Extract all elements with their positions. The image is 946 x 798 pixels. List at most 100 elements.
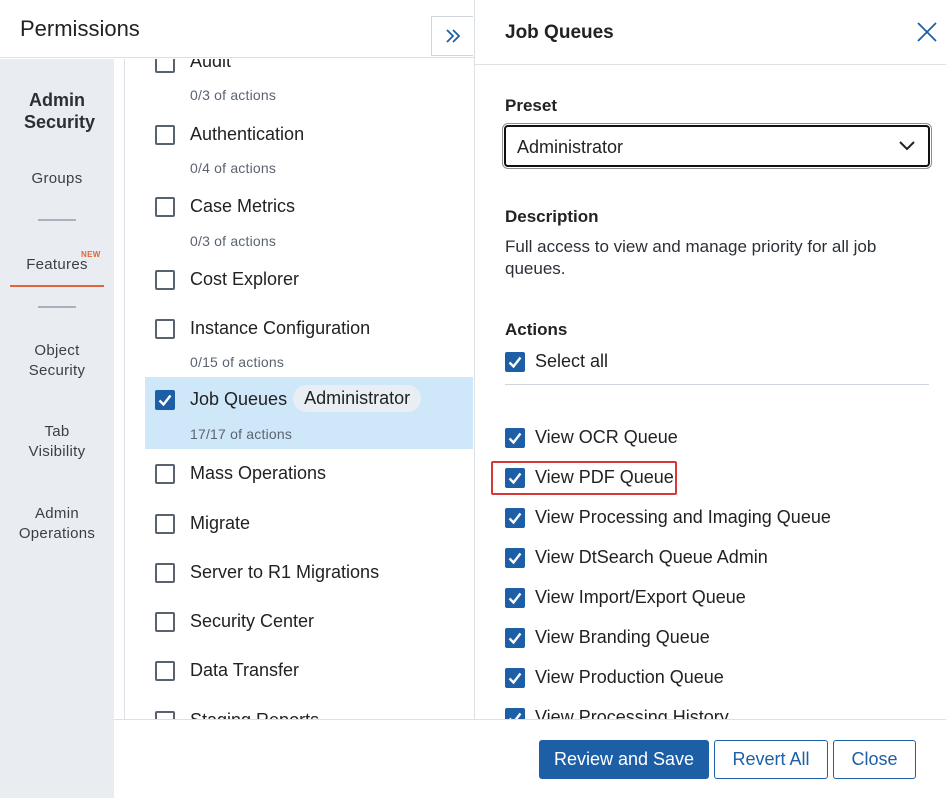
page-title: Permissions xyxy=(20,16,140,41)
feature-item-migrate[interactable]: Migrate xyxy=(145,509,473,549)
feature-checkbox[interactable] xyxy=(155,563,175,583)
nav-heading: Admin Security xyxy=(24,90,96,132)
action-checkbox[interactable] xyxy=(505,428,525,448)
preset-label: Preset xyxy=(505,96,557,115)
close-button[interactable]: Close xyxy=(833,740,916,779)
feature-checkbox[interactable] xyxy=(155,711,175,719)
feature-list: Audit 0/3 of actions Authentication 0/4 … xyxy=(114,59,474,719)
action-checkbox[interactable] xyxy=(505,468,525,488)
action-checkbox[interactable] xyxy=(505,628,525,648)
feature-item-instance-configuration[interactable]: Instance Configuration 0/15 of actions xyxy=(145,313,473,375)
feature-action-count: 0/4 of actions xyxy=(190,160,277,176)
select-all-checkbox[interactable] xyxy=(505,352,525,372)
feature-label: Instance Configuration xyxy=(190,318,371,338)
action-label: View Branding Queue xyxy=(535,627,710,647)
action-label: View Production Queue xyxy=(535,667,724,687)
feature-label: Authentication xyxy=(190,124,305,144)
checkbox-checked-icon xyxy=(155,390,175,410)
preset-pill: Administrator xyxy=(293,385,422,412)
expand-panel-button[interactable] xyxy=(431,16,473,56)
footer-bar: Review and Save Revert All Close xyxy=(114,719,946,798)
action-label: View Import/Export Queue xyxy=(535,587,746,607)
close-icon xyxy=(917,22,937,42)
feature-name: Job Queues xyxy=(190,389,288,409)
feature-label: Data Transfer xyxy=(190,660,300,680)
checkbox-checked-icon xyxy=(505,352,525,372)
action-checkbox[interactable] xyxy=(505,708,525,719)
feature-label: Server to R1 Migrations xyxy=(190,562,380,582)
feature-label: Security Center xyxy=(190,611,315,631)
action-checkbox[interactable] xyxy=(505,668,525,688)
description-label: Description xyxy=(505,207,599,226)
feature-checkbox[interactable] xyxy=(155,59,175,73)
detail-header: Job Queues xyxy=(475,0,946,65)
feature-detail-panel: Job Queues Preset Administrator Descript… xyxy=(474,0,946,719)
nav-separator xyxy=(38,306,76,308)
action-label: View Processing and Imaging Queue xyxy=(535,507,831,527)
feature-action-count: 17/17 of actions xyxy=(190,426,293,442)
feature-label: Migrate xyxy=(190,513,251,533)
checkbox-checked-icon xyxy=(505,588,525,608)
feature-action-count: 0/3 of actions xyxy=(190,87,277,103)
review-and-save-button[interactable]: Review and Save xyxy=(539,740,709,779)
checkbox-checked-icon xyxy=(505,548,525,568)
feature-item-authentication[interactable]: Authentication 0/4 of actions xyxy=(145,119,473,181)
checkbox-checked-icon xyxy=(505,628,525,648)
feature-label: Case Metrics xyxy=(190,196,296,216)
feature-checkbox[interactable] xyxy=(155,125,175,145)
feature-action-count: 0/3 of actions xyxy=(190,233,277,249)
feature-item-cost-explorer[interactable]: Cost Explorer xyxy=(145,264,473,304)
checkbox-checked-icon xyxy=(505,708,525,719)
actions-divider xyxy=(505,384,929,385)
action-checkbox[interactable] xyxy=(505,588,525,608)
detail-title: Job Queues xyxy=(505,22,614,43)
feature-item-job-queues[interactable]: Job Queues Administrator 17/17 of actions xyxy=(145,377,473,449)
new-badge: NEW xyxy=(81,250,101,259)
action-checkbox[interactable] xyxy=(505,548,525,568)
left-navigation: Admin Security Groups Features NEW Objec… xyxy=(0,59,114,798)
checkbox-checked-icon xyxy=(505,668,525,688)
chevron-down-icon xyxy=(899,141,915,151)
preset-selected-value: Administrator xyxy=(517,137,624,157)
feature-item-server-to-r1-migrations[interactable]: Server to R1 Migrations xyxy=(145,558,473,598)
feature-item-case-metrics[interactable]: Case Metrics 0/3 of actions xyxy=(145,191,473,253)
feature-checkbox[interactable] xyxy=(155,661,175,681)
checkbox-checked-icon xyxy=(505,508,525,528)
revert-all-button[interactable]: Revert All xyxy=(714,740,828,779)
feature-checkbox[interactable] xyxy=(155,197,175,217)
nav-item-tab-visibility[interactable]: Tab Visibility xyxy=(0,422,114,462)
feature-label: Staging Reports xyxy=(190,710,319,719)
feature-item-audit[interactable]: Audit 0/3 of actions xyxy=(145,59,473,109)
action-label: View OCR Queue xyxy=(535,427,678,447)
feature-checkbox[interactable] xyxy=(155,270,175,290)
action-label: View Processing History xyxy=(535,707,729,719)
feature-checkbox[interactable] xyxy=(155,464,175,484)
feature-item-staging-reports[interactable]: Staging Reports xyxy=(145,707,473,719)
feature-item-mass-operations[interactable]: Mass Operations xyxy=(145,459,473,499)
description-text: Full access to view and manage priority … xyxy=(505,237,877,278)
feature-checkbox[interactable] xyxy=(155,514,175,534)
permissions-header: Permissions xyxy=(0,0,474,58)
feature-label: Job Queues Administrator xyxy=(190,385,422,413)
feature-checkbox[interactable] xyxy=(155,390,175,410)
feature-label: Audit xyxy=(190,59,232,71)
preset-select[interactable]: Administrator xyxy=(502,123,932,169)
nav-item-groups[interactable]: Groups xyxy=(0,169,114,189)
action-label: View DtSearch Queue Admin xyxy=(535,547,768,567)
feature-action-count: 0/15 of actions xyxy=(190,354,285,370)
checkbox-checked-icon xyxy=(505,428,525,448)
feature-item-data-transfer[interactable]: Data Transfer xyxy=(145,657,473,697)
feature-checkbox[interactable] xyxy=(155,319,175,339)
active-indicator xyxy=(10,285,104,287)
feature-checkbox[interactable] xyxy=(155,612,175,632)
feature-label: Cost Explorer xyxy=(190,269,300,289)
nav-separator xyxy=(38,219,76,221)
feature-item-security-center[interactable]: Security Center xyxy=(145,608,473,648)
checkbox-checked-icon xyxy=(505,468,525,488)
action-checkbox[interactable] xyxy=(505,508,525,528)
nav-item-object-security[interactable]: Object Security xyxy=(0,341,114,381)
close-panel-button[interactable] xyxy=(915,20,939,44)
nav-item-admin-operations[interactable]: Admin Operations xyxy=(0,504,114,544)
double-chevron-right-icon xyxy=(445,29,460,43)
list-divider xyxy=(124,59,125,719)
